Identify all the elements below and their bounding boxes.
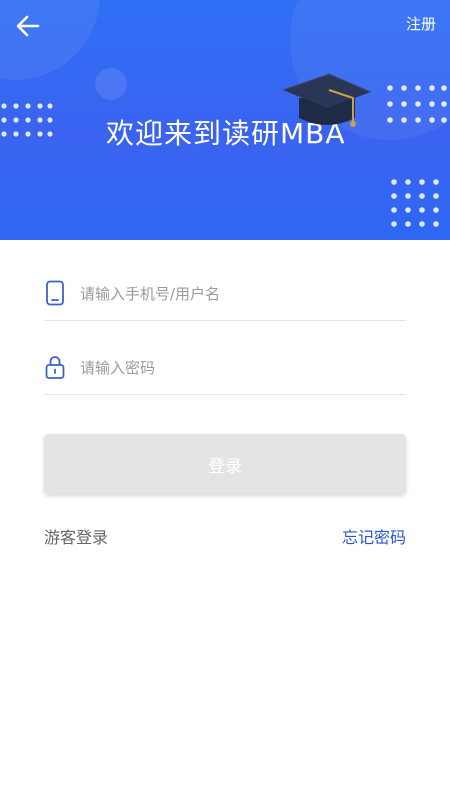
decor-circle	[95, 68, 127, 100]
header-banner: 注册 欢迎来到读研MBA	[0, 0, 450, 240]
lock-icon	[45, 356, 65, 379]
decor-dots	[391, 179, 439, 227]
username-field	[44, 270, 406, 321]
decor-dots	[387, 85, 447, 123]
register-button[interactable]: 注册	[406, 13, 436, 34]
password-field	[44, 344, 406, 395]
graduation-cap-icon	[282, 73, 372, 127]
password-input[interactable]	[78, 352, 402, 384]
login-button[interactable]: 登录	[44, 434, 406, 494]
arrow-left-icon[interactable]	[12, 10, 44, 42]
forgot-password-link[interactable]: 忘记密码	[342, 524, 406, 548]
guest-login-link[interactable]: 游客登录	[44, 524, 108, 548]
decor-dots	[1, 103, 53, 137]
phone-icon	[46, 280, 64, 306]
username-input[interactable]	[78, 278, 402, 310]
